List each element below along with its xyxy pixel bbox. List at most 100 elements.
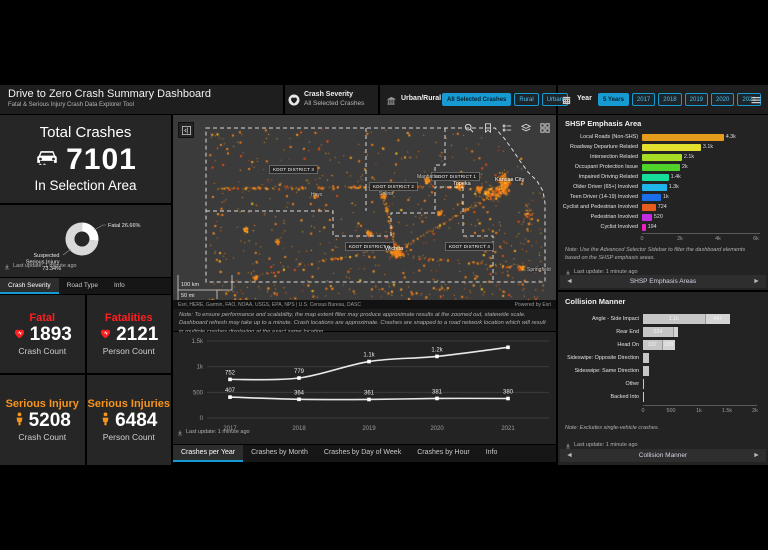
tab-crashes-per-year[interactable]: Crashes per Year <box>173 445 243 462</box>
donut-fatal-label: Fatal 26.66% <box>108 223 141 229</box>
svg-text:380: 380 <box>503 389 514 395</box>
person-icon <box>100 410 111 432</box>
map-attribution: Esri, HERE, Garmin, FAO, NOAA, USGS, EPA… <box>173 300 556 309</box>
city-label-hays: Hays <box>311 192 322 198</box>
last-update-text: Last update: 1 minute ago <box>574 442 638 448</box>
collision-category-label: Other <box>561 381 643 387</box>
collision-bar-segment[interactable] <box>643 366 649 376</box>
layers-icon[interactable] <box>520 122 532 134</box>
urban-rural-buttons: All Selected CrashesRuralUrban <box>442 93 568 106</box>
carousel-title: Collision Manner <box>639 452 687 459</box>
legend-icon[interactable] <box>501 122 513 134</box>
district-label-kdot-district-2: KDOT DISTRICT 2 <box>369 182 418 191</box>
collision-bar-segment[interactable]: 228 <box>662 340 675 350</box>
tab-crash-severity[interactable]: Crash Severity <box>0 278 59 294</box>
svg-text:1.1k: 1.1k <box>363 353 375 359</box>
collision-bar-segment[interactable] <box>643 353 649 363</box>
tab-road-type[interactable]: Road Type <box>59 278 106 294</box>
dashboard: Drive to Zero Crash Summary Dashboard Fa… <box>0 0 768 550</box>
shsp-category-label: Pedestrian Involved <box>561 214 642 220</box>
shsp-bar-teen-driver-14-19-involved[interactable] <box>642 194 661 201</box>
tab-crashes-by-month[interactable]: Crashes by Month <box>243 445 316 462</box>
collision-category-label: Rear End <box>561 329 643 335</box>
tab-info[interactable]: Info <box>106 278 133 294</box>
shsp-carousel: ◄ SHSP Emphasis Areas ► <box>560 275 766 288</box>
collision-bar-segment[interactable]: 534 <box>643 327 673 337</box>
collision-category-label: Backed Into <box>561 394 643 400</box>
bookmark-icon[interactable] <box>482 122 494 134</box>
crash-severity-label: Crash Severity <box>304 91 353 98</box>
carousel-next-icon[interactable]: ► <box>753 278 760 285</box>
shsp-bar-pedestrian-involved[interactable] <box>642 214 652 221</box>
svg-text:1k: 1k <box>197 365 204 371</box>
kpi-value: 1893 <box>13 324 72 346</box>
year-option-5-years[interactable]: 5 Years <box>598 93 629 106</box>
collision-bar-segment[interactable]: 337 <box>643 340 662 350</box>
crashes-per-year-chart[interactable]: 05001k1.5k201720182019202020217527791.1k… <box>173 332 556 432</box>
collision-bar-segment[interactable] <box>643 379 644 389</box>
shsp-x-axis: 02k4k6k <box>642 233 760 244</box>
shsp-bar-local-roads-non-shs[interactable] <box>642 134 724 141</box>
shsp-bar-roadway-departure-related[interactable] <box>642 144 701 151</box>
collision-bar-segment[interactable]: 447 <box>705 314 730 324</box>
shsp-note: Note: Use the Advanced Selector Sidebar … <box>565 246 761 263</box>
svg-text:2019: 2019 <box>362 426 376 432</box>
svg-text:361: 361 <box>364 390 375 396</box>
year-option-2018[interactable]: 2018 <box>658 93 681 106</box>
powered-by-esri: Powered by Esri <box>515 302 551 308</box>
kpi-fatal: Fatal1893Crash Count <box>0 295 85 373</box>
shsp-bar-impaired-driving-related[interactable] <box>642 174 669 181</box>
collision-bar-segment[interactable]: 1.1k <box>643 314 705 324</box>
search-icon[interactable] <box>463 122 475 134</box>
shsp-axis-tick: 0 <box>641 236 644 242</box>
basemap-icon[interactable] <box>539 122 551 134</box>
kpi-fatalities: Fatalities2121Person Count <box>87 295 172 373</box>
collision-bar-segment[interactable] <box>643 392 644 402</box>
city-label-salina: Salina <box>379 191 393 197</box>
carousel-next-icon[interactable]: ► <box>753 452 760 459</box>
shsp-category-label: Teen Driver (14-19) Involved <box>561 194 642 200</box>
year-option-2020[interactable]: 2020 <box>711 93 734 106</box>
shsp-bar-older-driver-65-involved[interactable] <box>642 184 667 191</box>
shsp-chart: Local Roads (Non-SHS)4.3kRoadway Departu… <box>561 132 765 232</box>
kpi-value: 5208 <box>14 410 71 432</box>
tab-info[interactable]: Info <box>478 445 506 462</box>
shsp-category-label: Occupant Protection Issue <box>561 164 642 170</box>
shsp-bar-intersection-related[interactable] <box>642 154 682 161</box>
page-subtitle: Fatal & Serious Injury Crash Data Explor… <box>8 102 134 108</box>
header-bar: Drive to Zero Crash Summary Dashboard Fa… <box>0 85 768 114</box>
collision-bar-segment[interactable] <box>673 327 678 337</box>
year-option-2017[interactable]: 2017 <box>632 93 655 106</box>
shsp-value-label: 3.1k <box>703 144 713 150</box>
district-label-kdot-district-3: KDOT DISTRICT 3 <box>269 165 318 174</box>
carousel-prev-icon[interactable]: ◄ <box>566 452 573 459</box>
urban-rural-option-rural[interactable]: Rural <box>514 93 538 106</box>
collapse-panel-button[interactable] <box>178 122 194 138</box>
shsp-category-label: Intersection Related <box>561 154 642 160</box>
shsp-bar-occupant-protection-issue[interactable] <box>642 164 680 171</box>
center-panel-tabs: Crashes per YearCrashes by MonthCrashes … <box>173 445 556 462</box>
shsp-category-label: Cyclist Involved <box>561 224 642 230</box>
carousel-prev-icon[interactable]: ◄ <box>566 278 573 285</box>
menu-icon[interactable] <box>750 93 762 111</box>
year-option-2019[interactable]: 2019 <box>685 93 708 106</box>
tab-crashes-by-day-of-week[interactable]: Crashes by Day of Week <box>316 445 409 462</box>
kpi-title: Serious Injuries <box>87 398 170 410</box>
heart-icon <box>13 324 26 346</box>
kpi-title: Fatal <box>29 312 55 324</box>
shsp-category-label: Roadway Departure Related <box>561 144 642 150</box>
kpi-caption: Crash Count <box>18 432 66 442</box>
urban-rural-option-all-selected-crashes[interactable]: All Selected Crashes <box>442 93 511 106</box>
city-label-topeka: Topeka <box>453 181 471 187</box>
shsp-bar-cyclist-involved[interactable] <box>642 224 646 231</box>
shsp-value-label: 1k <box>663 194 669 200</box>
calendar-icon <box>561 93 572 111</box>
shsp-bar-cyclist-and-pedestrian-involved[interactable] <box>642 204 656 211</box>
tab-crashes-by-hour[interactable]: Crashes by Hour <box>409 445 478 462</box>
shsp-axis-tick: 2k <box>677 236 683 242</box>
building-icon <box>386 93 397 111</box>
kpi-caption: Crash Count <box>18 346 66 356</box>
kpi-serious-injury: Serious Injury5208Crash Count <box>0 375 85 465</box>
car-icon <box>34 147 60 174</box>
shsp-value-label: 2.1k <box>684 154 694 160</box>
